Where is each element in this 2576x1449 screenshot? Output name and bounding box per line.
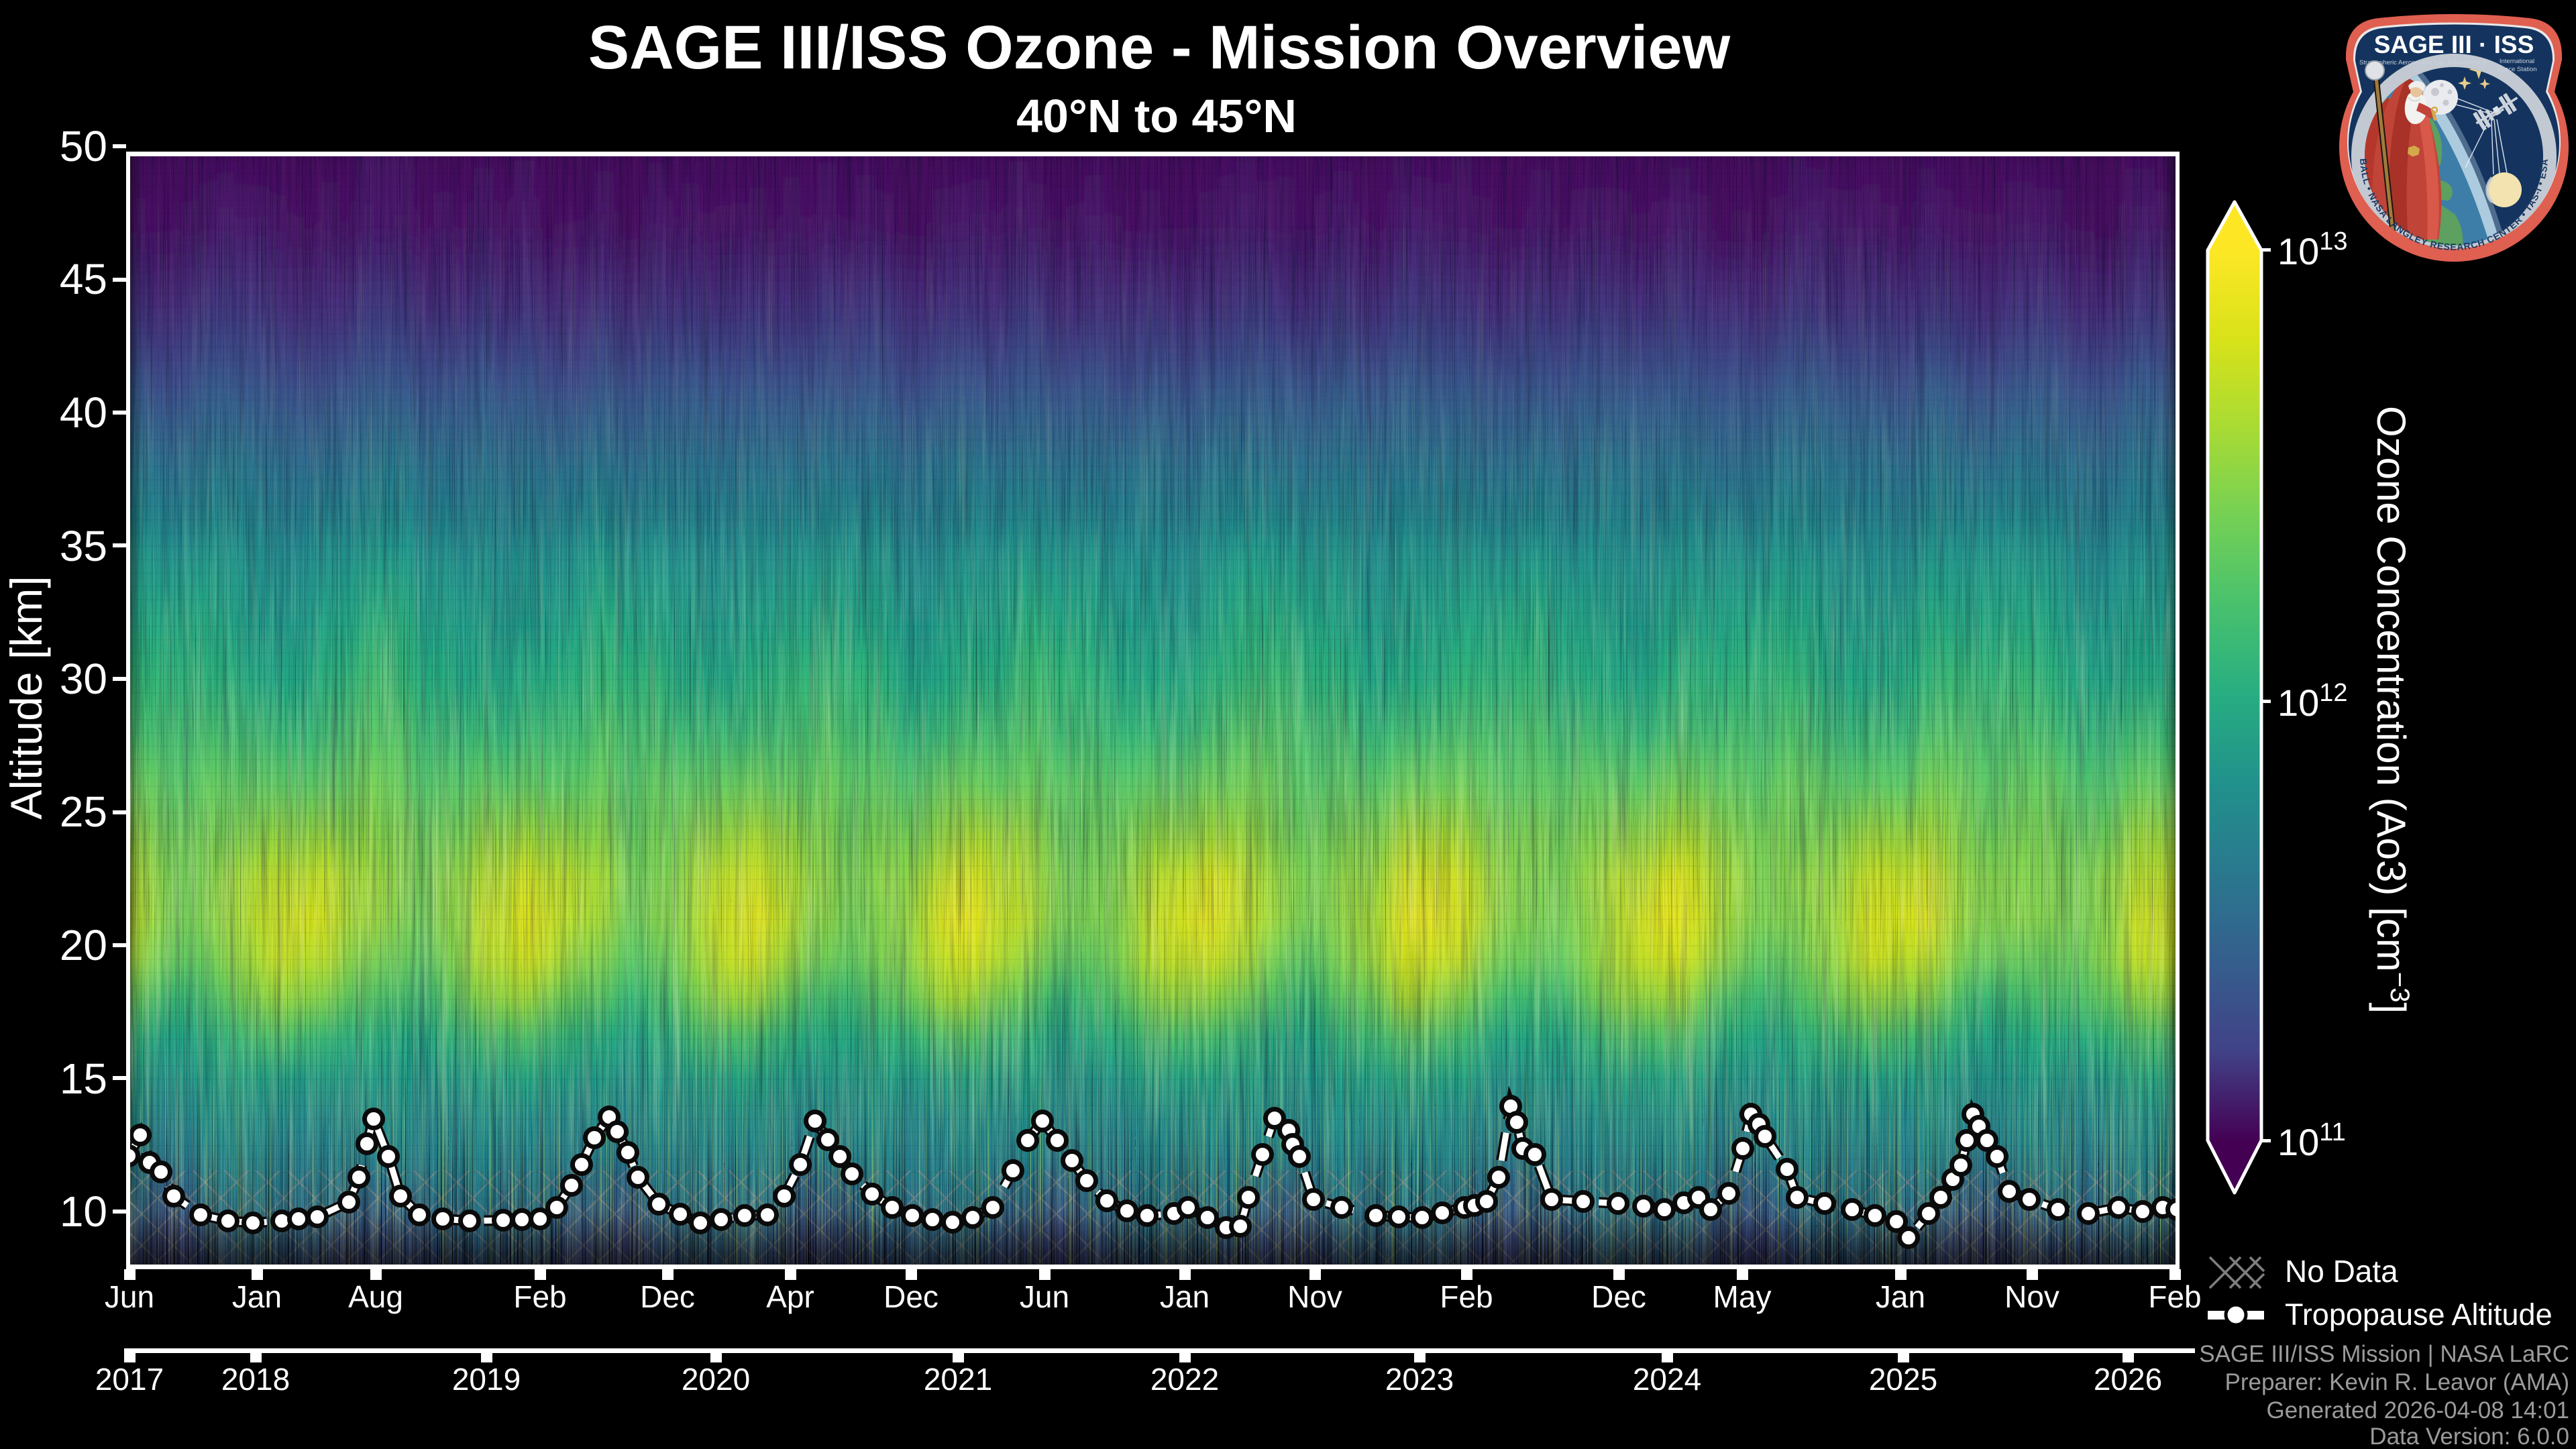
svg-text:Aug: Aug [348, 1279, 403, 1314]
svg-text:30: 30 [60, 655, 107, 703]
svg-text:2018: 2018 [221, 1362, 290, 1397]
svg-text:International: International [2500, 58, 2534, 65]
svg-text:Preparer: Kevin R. Leavor (AMA: Preparer: Kevin R. Leavor (AMA) [2224, 1369, 2569, 1395]
svg-text:Jun: Jun [105, 1279, 154, 1314]
svg-text:2019: 2019 [452, 1362, 521, 1397]
svg-text:Space Station: Space Station [2497, 66, 2536, 73]
svg-text:2020: 2020 [682, 1362, 750, 1397]
svg-text:45: 45 [60, 255, 107, 303]
svg-text:2024: 2024 [1633, 1362, 1701, 1397]
svg-text:2017: 2017 [95, 1362, 164, 1397]
svg-text:Tropopause Altitude: Tropopause Altitude [2285, 1297, 2553, 1332]
svg-text:50: 50 [60, 122, 107, 170]
svg-text:Generated 2026-04-08 14:01: Generated 2026-04-08 14:01 [2267, 1397, 2569, 1424]
svg-text:40°N to 45°N: 40°N to 45°N [1016, 90, 1297, 142]
svg-text:Jan: Jan [1876, 1279, 1925, 1314]
svg-text:Ozone Concentration (Ao3) [cm−: Ozone Concentration (Ao3) [cm−3] [2369, 406, 2414, 1014]
svg-text:No Data: No Data [2285, 1254, 2398, 1289]
svg-text:Feb: Feb [2148, 1279, 2201, 1314]
svg-text:SAGE III/ISS Ozone - Mission O: SAGE III/ISS Ozone - Mission Overview [588, 13, 1731, 82]
svg-text:Apr: Apr [766, 1279, 814, 1314]
svg-text:SAGE III/ISS Mission | NASA La: SAGE III/ISS Mission | NASA LaRC [2199, 1341, 2569, 1367]
svg-text:15: 15 [60, 1055, 107, 1103]
svg-text:40: 40 [60, 388, 107, 437]
svg-text:Nov: Nov [2004, 1279, 2059, 1314]
svg-text:2026: 2026 [2094, 1362, 2162, 1397]
svg-text:Nov: Nov [1287, 1279, 1342, 1314]
svg-text:25: 25 [60, 788, 107, 836]
svg-text:20: 20 [60, 921, 107, 969]
svg-text:SAGE III · ISS: SAGE III · ISS [2374, 31, 2534, 58]
svg-text:2023: 2023 [1385, 1362, 1454, 1397]
svg-text:35: 35 [60, 522, 107, 570]
svg-text:May: May [1713, 1279, 1772, 1314]
svg-text:Dec: Dec [1591, 1279, 1646, 1314]
svg-text:Altitude [km]: Altitude [km] [1, 576, 51, 819]
svg-text:Data Version: 6.0.0: Data Version: 6.0.0 [2369, 1424, 2569, 1449]
svg-text:2021: 2021 [924, 1362, 992, 1397]
svg-text:2025: 2025 [1869, 1362, 1937, 1397]
svg-text:Jun: Jun [1020, 1279, 1069, 1314]
svg-text:Dec: Dec [640, 1279, 695, 1314]
svg-text:Feb: Feb [513, 1279, 566, 1314]
svg-text:Jan: Jan [232, 1279, 282, 1314]
svg-text:Feb: Feb [1440, 1279, 1493, 1314]
svg-text:2022: 2022 [1150, 1362, 1219, 1397]
svg-text:Dec: Dec [883, 1279, 938, 1314]
svg-text:Jan: Jan [1160, 1279, 1210, 1314]
svg-text:10: 10 [60, 1187, 107, 1236]
